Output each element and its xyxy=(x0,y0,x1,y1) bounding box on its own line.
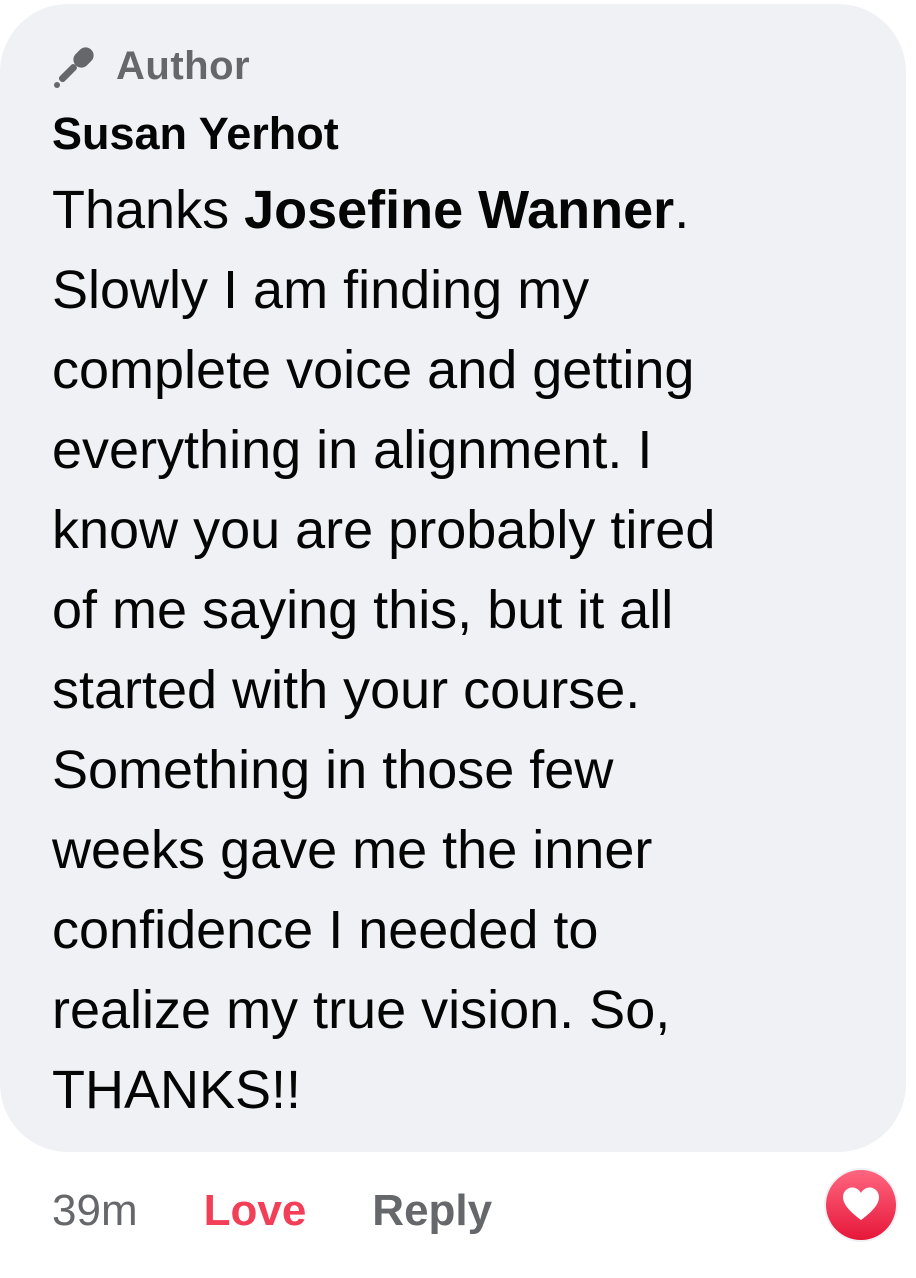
comment-actions: 39m Love Reply xyxy=(52,1180,492,1242)
comment-line: know you are probably tired xyxy=(52,500,716,560)
reply-button[interactable]: Reply xyxy=(372,1186,492,1236)
comment-line: Thanks Josefine Wanner. xyxy=(52,180,690,240)
love-button[interactable]: Love xyxy=(204,1186,307,1236)
reaction-count-badge[interactable] xyxy=(824,1168,898,1242)
mention-link[interactable]: Josefine Wanner xyxy=(244,180,674,240)
comment-line: confidence I needed to xyxy=(52,900,599,960)
comment-bubble: Author Susan Yerhot Thanks Josefine Wann… xyxy=(0,4,906,1152)
comment-line: started with your course. xyxy=(52,660,641,720)
microphone-icon xyxy=(50,41,100,91)
comment-line: THANKS!! xyxy=(52,1060,302,1120)
comment-line: everything in alignment. I xyxy=(52,420,653,480)
comment-line: Slowly I am finding my xyxy=(52,260,590,320)
author-badge-label: Author xyxy=(116,43,251,88)
comment-line: Something in those few xyxy=(52,740,614,800)
comment-line: weeks gave me the inner xyxy=(52,820,653,880)
comment-timestamp[interactable]: 39m xyxy=(52,1186,138,1236)
heart-reaction xyxy=(826,1170,896,1240)
heart-icon xyxy=(843,1187,879,1220)
comment-line: realize my true vision. So, xyxy=(52,980,671,1040)
comment-line: complete voice and getting xyxy=(52,340,695,400)
comment-author-name[interactable]: Susan Yerhot xyxy=(52,108,339,160)
comment-text: Thanks Josefine Wanner. Slowly I am find… xyxy=(52,170,872,1130)
author-badge: Author xyxy=(50,38,250,94)
comment-line: of me saying this, but it all xyxy=(52,580,674,640)
